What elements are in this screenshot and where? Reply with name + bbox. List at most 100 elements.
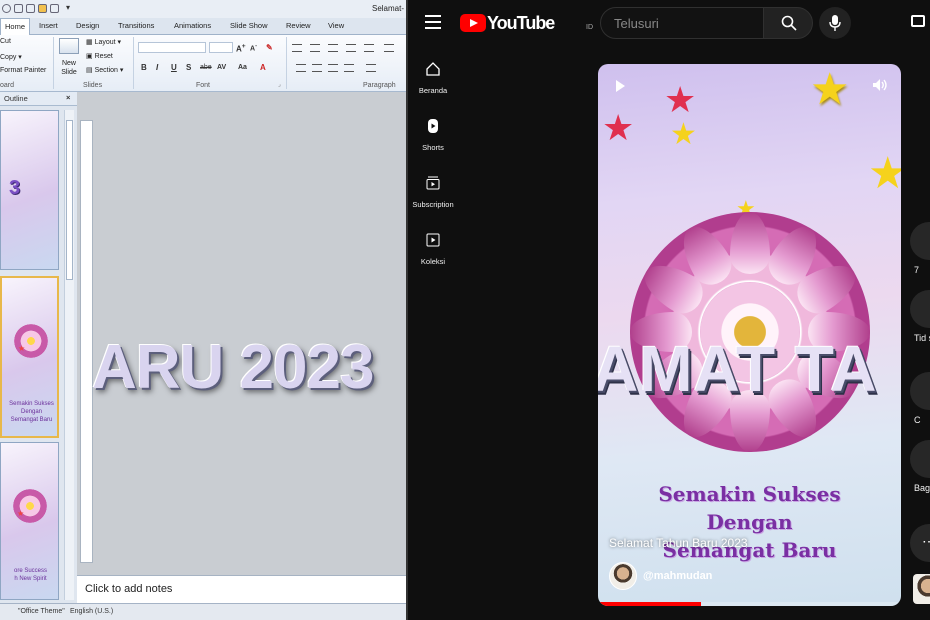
align-left-icon[interactable] [296,64,306,72]
copy-label: Copy [0,54,17,61]
bold-button[interactable]: B [141,63,147,72]
theme-name: "Office Theme" [18,608,65,615]
mic-icon [829,15,841,31]
youtube-play-icon [460,14,486,32]
powerpoint-window: ▾ Selamat- Home Insert Design Transition… [0,0,408,620]
close-pane-icon[interactable]: × [66,93,70,102]
video-title[interactable]: Selamat Tahun Baru 2023 [609,536,748,550]
menu-icon[interactable] [425,15,441,29]
tab-design[interactable]: Design [76,21,99,30]
print-icon[interactable] [50,4,59,13]
slide-thumbnail[interactable]: 3 [0,110,59,270]
align-right-icon[interactable] [328,64,338,72]
more-button[interactable]: ⋯ [910,524,930,562]
channel-avatar[interactable] [609,562,637,590]
channel-thumbnail[interactable] [913,574,930,604]
thumb-line: h New Spirit [14,576,47,582]
star-icon: ★ [18,344,26,353]
justify-icon[interactable] [344,64,354,72]
volume-icon[interactable] [872,78,888,92]
voice-search-button[interactable] [819,7,851,39]
clear-format-icon[interactable]: ✎ [266,43,273,52]
reset-button[interactable]: ▣ Reset [86,52,113,60]
dislike-button[interactable]: Tid su [910,290,930,344]
italic-button[interactable]: I [156,63,158,72]
new-slide-icon[interactable] [59,38,79,54]
slides-group-label: Slides [83,82,103,89]
slide-thumbnail[interactable]: ★ ore Success h New Spirit [0,442,59,600]
shadow-button[interactable]: S [186,63,191,72]
tab-review[interactable]: Review [286,21,311,30]
video-text-line: Semakin Sukses [658,482,841,506]
bullets-icon[interactable] [292,44,302,52]
tab-slide-show[interactable]: Slide Show [230,21,268,30]
scrollbar-thumb[interactable] [66,120,73,280]
youtube-window: YouTube ID Telusuri Beranda Shorts Subsc… [408,0,930,620]
tab-insert[interactable]: Insert [39,21,58,30]
grow-font-icon[interactable]: A+ [236,43,246,54]
copy-button[interactable]: Copy ▾ [0,53,22,61]
char-spacing-button[interactable]: AV [217,64,226,71]
increase-indent-icon[interactable] [346,44,356,52]
home-icon [426,62,440,76]
font-family-select[interactable] [138,42,206,53]
qat-customize-icon[interactable]: ▾ [66,3,70,12]
slide-title-text[interactable]: ARU 2023 [92,332,374,403]
ribbon-separator [53,37,54,89]
align-center-icon[interactable] [312,64,322,72]
outline-tab[interactable]: Outline [4,94,28,103]
shorts-video-player[interactable]: ★ ★ ★ ★ ★ ★ AMAT TA Semakin Sukses Denga… [598,64,901,606]
language-indicator[interactable]: English (U.S.) [70,608,113,615]
columns-icon[interactable] [366,64,376,72]
slide-thumbnail-selected[interactable]: ★ Semakin Sukses Dengan Semangat Baru [0,276,59,438]
format-painter-button[interactable]: Format Painter [0,67,46,74]
play-icon[interactable] [616,80,625,92]
new-icon[interactable] [26,4,35,13]
slides-scrollbar[interactable] [64,110,74,600]
star-icon: ★ [810,65,850,114]
video-progress-bar[interactable] [598,602,901,606]
nav-item-shorts[interactable]: Shorts [408,119,458,152]
font-color-icon[interactable]: A [260,63,266,72]
undo-icon[interactable] [14,4,23,13]
thumb-line: Semangat Baru [10,417,53,423]
nav-item-home[interactable]: Beranda [408,62,458,95]
layout-button[interactable]: ▦ Layout ▾ [86,38,121,46]
decrease-indent-icon[interactable] [328,44,338,52]
font-dialog-launcher-icon[interactable]: ⌟ [278,81,281,88]
tab-animations[interactable]: Animations [174,21,211,30]
search-input[interactable]: Telusuri [600,7,764,39]
like-button[interactable]: 7 [910,222,930,276]
line-spacing-icon[interactable] [364,44,374,52]
font-group-label: Font [196,82,211,89]
new-slide-button[interactable]: New Slide [58,59,80,77]
tab-transitions[interactable]: Transitions [118,21,154,30]
shrink-font-icon[interactable]: A- [250,43,257,52]
text-direction-icon[interactable] [384,44,394,52]
open-icon[interactable] [38,4,47,13]
star-icon: ★ [670,118,697,151]
save-icon[interactable] [2,4,11,13]
underline-button[interactable]: U [171,63,177,72]
thumb-text: ore Success h New Spirit [1,567,58,583]
thumb-number: 3 [9,177,21,199]
flower-petal [730,212,770,274]
share-button[interactable]: Bag n [910,440,930,494]
nav-label: Koleksi [420,257,446,266]
tab-home[interactable]: Home [0,18,30,35]
strikethrough-button[interactable]: abe [200,64,212,71]
nav-item-library[interactable]: Koleksi [408,233,458,266]
notes-pane[interactable]: Click to add notes [77,575,408,603]
create-icon[interactable] [911,15,925,27]
section-button[interactable]: ▤ Section ▾ [86,66,123,74]
change-case-button[interactable]: Aa [238,64,247,71]
font-size-select[interactable] [209,42,233,53]
channel-name[interactable]: @mahmudan [643,570,712,582]
comments-button[interactable]: C [910,372,930,426]
tab-view[interactable]: View [328,21,344,30]
cut-button[interactable]: Cut [0,38,11,45]
numbering-icon[interactable] [310,44,320,52]
search-button[interactable] [763,7,813,39]
nav-item-subscriptions[interactable]: Subscription [408,176,458,209]
slides-pane-header: Outline × [0,92,77,106]
